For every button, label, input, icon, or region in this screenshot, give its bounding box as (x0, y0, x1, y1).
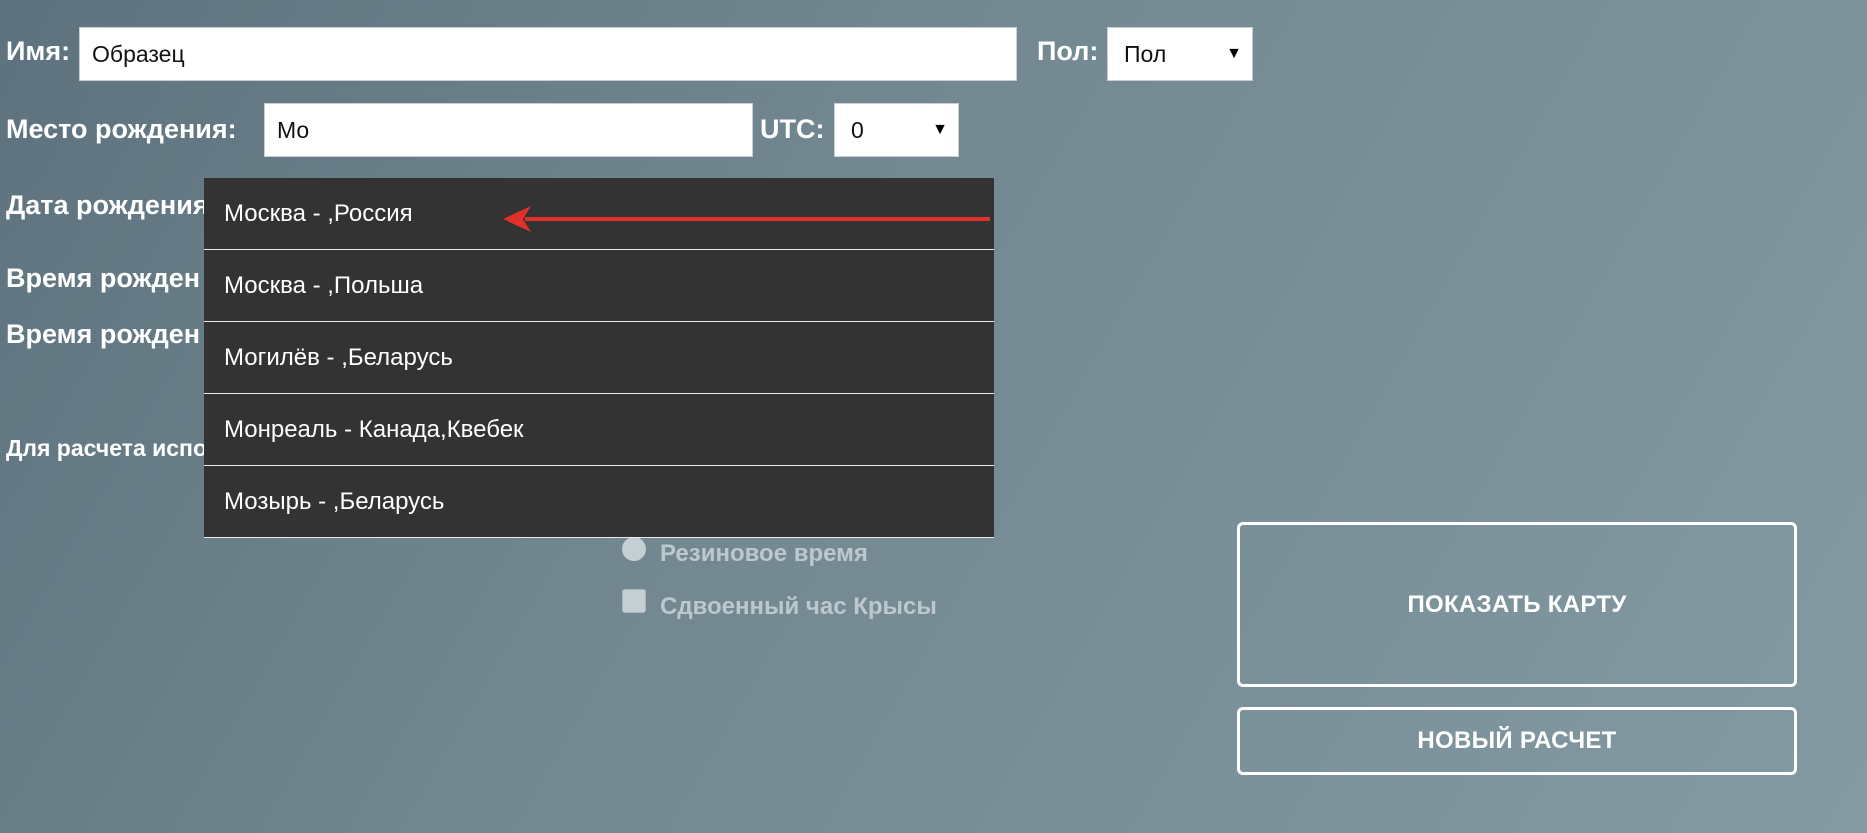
gender-label: Пол: (1037, 36, 1099, 66)
utc-label: UTC: (760, 114, 825, 144)
new-calculation-button[interactable]: НОВЫЙ РАСЧЕТ (1237, 707, 1797, 775)
annotation-arrow-icon (503, 206, 990, 232)
triangle-down-icon: ▼ (932, 121, 948, 138)
double-rat-hour-checkbox[interactable] (622, 589, 646, 613)
birthplace-input[interactable]: Мо (264, 103, 753, 157)
autocomplete-item[interactable]: Москва - ,Польша (204, 250, 994, 322)
calculation-note: Для расчета испо (6, 435, 208, 461)
gender-select[interactable]: Пол ▼ (1107, 27, 1253, 81)
autocomplete-item[interactable]: Мозырь - ,Беларусь (204, 466, 994, 538)
triangle-down-icon: ▼ (1226, 45, 1242, 62)
autocomplete-item[interactable]: Монреаль - Канада,Квебек (204, 394, 994, 466)
birthtime-label: Время рожден (6, 263, 201, 293)
show-map-button[interactable]: ПОКАЗАТЬ КАРТУ (1237, 522, 1797, 687)
name-input[interactable]: Образец (79, 27, 1017, 81)
gender-select-value: Пол (1124, 40, 1167, 67)
double-rat-hour-label: Сдвоенный час Крысы (660, 593, 937, 620)
birthdate-label: Дата рождения (6, 190, 209, 220)
utc-select-value: 0 (851, 116, 864, 143)
rubber-time-radio[interactable] (622, 537, 646, 561)
birthplace-label: Место рождения: (6, 114, 237, 144)
utc-select[interactable]: 0 ▼ (834, 103, 959, 157)
autocomplete-item[interactable]: Могилёв - ,Беларусь (204, 322, 994, 394)
birthtime-label-secondary: Время рожден (6, 319, 201, 349)
name-label: Имя: (6, 36, 71, 66)
rubber-time-label: Резиновое время (660, 540, 868, 567)
